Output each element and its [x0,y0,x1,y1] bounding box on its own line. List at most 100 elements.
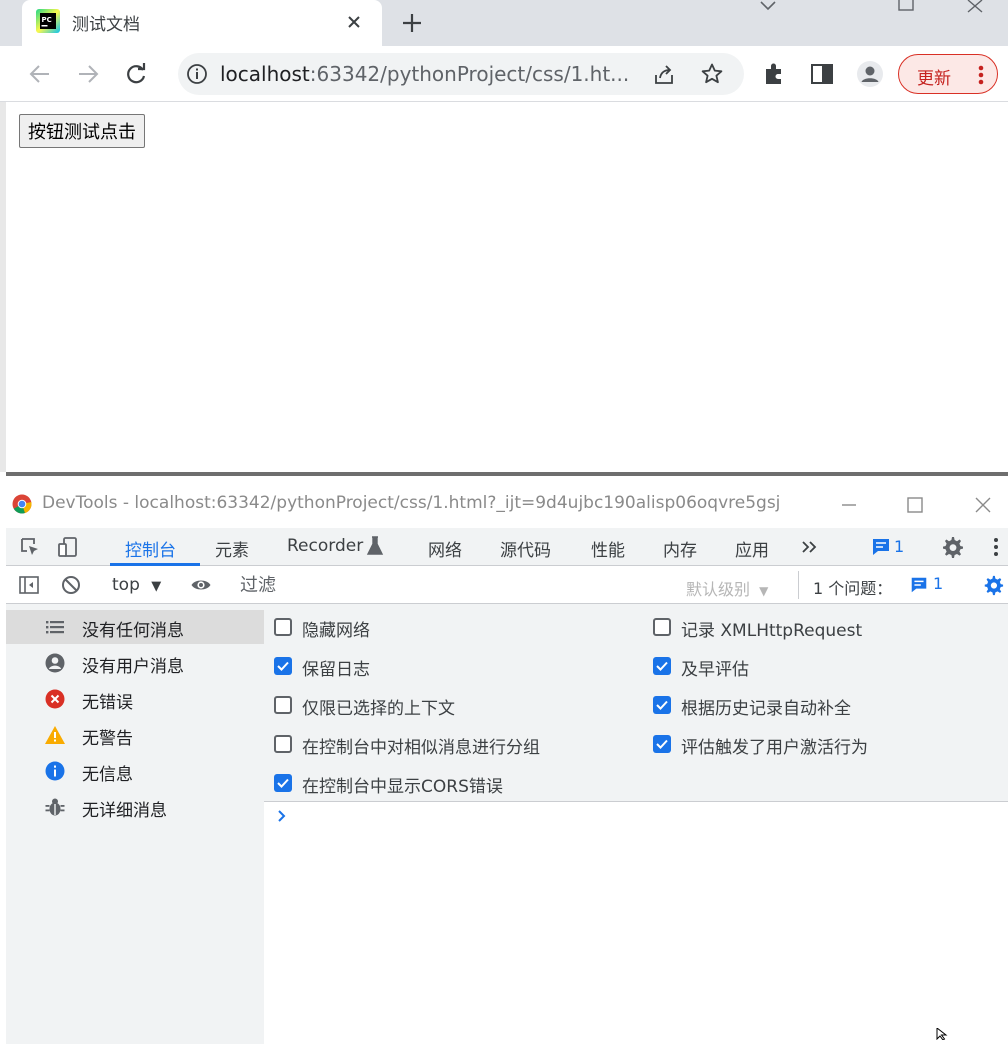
chat-bubble-icon [909,575,929,595]
show-sidebar-icon[interactable] [18,574,40,596]
context-select-value: top [112,575,140,595]
tab-recorder[interactable]: Recorder [287,536,363,556]
option-label: 及早评估 [681,660,749,680]
checkbox[interactable] [274,618,292,636]
sidebar-item-label: 没有任何消息 [82,621,184,641]
log-level-select[interactable]: 默认级别 ▼ [686,576,768,600]
sidebar-item-user-messages[interactable]: 没有用户消息 [6,646,264,680]
address-bar[interactable]: localhost:63342/pythonProject/css/1.ht..… [178,53,744,95]
chrome-logo-icon [12,494,32,514]
test-click-button[interactable]: 按钮测试点击 [19,114,145,148]
extensions-puzzle-icon[interactable] [760,60,788,88]
svg-text:PC: PC [42,16,52,24]
url-text: localhost:63342/pythonProject/css/1.ht..… [220,62,629,86]
more-vert-devtools-icon[interactable] [984,535,1008,559]
chevron-double-right-icon[interactable] [798,535,822,559]
update-button[interactable]: 更新 [898,54,998,94]
share-icon[interactable] [652,63,676,87]
checkbox-checked[interactable] [653,696,671,714]
inspect-element-icon[interactable] [18,535,42,559]
live-expression-eye-icon[interactable] [190,574,212,596]
close-window-icon[interactable] [962,0,988,16]
side-panel-icon[interactable] [808,60,836,88]
minimize-devtools-icon[interactable] [838,494,860,516]
sidebar-item-label: 无信息 [82,765,133,785]
console-settings-gear-icon[interactable] [982,574,1004,596]
experimental-flask-icon [363,534,387,558]
sidebar-item-warnings[interactable]: 无警告 [6,718,264,752]
update-label: 更新 [917,69,951,89]
option-label: 记录 XMLHttpRequest [681,621,863,641]
sidebar-item-label: 无错误 [82,693,133,713]
issues-count-label: 1 个问题： [813,579,893,598]
forward-arrow-icon[interactable] [74,60,102,88]
log-level-value: 默认级别 [686,580,751,599]
maximize-window-icon[interactable] [893,0,919,16]
tab-elements[interactable]: 元素 [215,536,249,561]
tab-network[interactable]: 网络 [428,536,462,561]
close-devtools-icon[interactable] [972,494,994,516]
mouse-cursor-icon [936,1028,948,1040]
context-select[interactable]: top ▼ [112,575,161,595]
option-label: 评估触发了用户激活行为 [681,738,868,758]
tab-search-icon[interactable] [755,0,781,16]
tab-recorder-label: Recorder [287,536,364,556]
profile-avatar-icon[interactable] [856,60,884,88]
checkbox[interactable] [274,696,292,714]
option-label: 根据历史记录自动补全 [681,699,851,719]
maximize-devtools-icon[interactable] [904,494,926,516]
checkbox-checked[interactable] [653,735,671,753]
site-info-icon[interactable] [186,63,208,85]
issues-count-value: 1 [933,574,944,593]
tab-application[interactable]: 应用 [735,536,769,561]
check-icon [656,661,668,671]
issues-count-button[interactable]: 1 个问题： 1 [798,571,958,599]
console-prompt-chevron-icon [274,808,290,824]
bookmark-star-icon[interactable] [700,62,724,86]
console-sidebar: 没有任何消息 没有用户消息 无错误 无警告 无信息 无详细消息 [6,604,264,1044]
reload-icon[interactable] [122,60,150,88]
checkbox-checked[interactable] [274,774,292,792]
checkbox[interactable] [274,735,292,753]
checkbox[interactable] [653,618,671,636]
check-icon [656,739,668,749]
error-icon [44,688,66,710]
clear-console-icon[interactable] [60,574,82,596]
list-icon [44,616,66,638]
sidebar-item-label: 无详细消息 [82,801,167,821]
back-arrow-icon[interactable] [26,60,54,88]
console-filter-bar: top ▼ 默认级别 ▼ 1 个问题： 1 [6,566,1008,604]
tab-sources[interactable]: 源代码 [500,536,551,561]
checkbox-checked[interactable] [274,657,292,675]
more-vert-icon [971,63,991,87]
issues-badge-count: 1 [894,537,905,556]
url-host: localhost [220,62,310,86]
browser-tab[interactable]: PC 测试文档 [22,0,382,46]
console-settings-panel: 隐藏网络 保留日志 仅限已选择的上下文 在控制台中对相似消息进行分组 在控制台中… [264,604,1008,802]
tab-performance[interactable]: 性能 [591,536,625,561]
option-label: 在控制台中显示CORS错误 [302,777,503,797]
sidebar-item-errors[interactable]: 无错误 [6,682,264,716]
warning-icon [44,724,66,746]
check-icon [277,778,289,788]
new-tab-icon[interactable] [398,9,426,37]
option-label: 仅限已选择的上下文 [302,699,455,719]
option-label: 隐藏网络 [302,621,370,641]
sidebar-item-verbose[interactable]: 无详细消息 [6,790,264,824]
tab-memory[interactable]: 内存 [663,536,697,561]
sidebar-item-all-messages[interactable]: 没有任何消息 [6,610,264,644]
close-tab-icon[interactable] [342,10,366,34]
tab-strip: PC 测试文档 [0,0,1008,46]
device-toolbar-icon[interactable] [56,535,80,559]
tab-console[interactable]: 控制台 [125,536,176,561]
checkbox-checked[interactable] [653,657,671,675]
tab-title: 测试文档 [72,15,140,35]
settings-gear-icon[interactable] [940,535,964,559]
page-content: 按钮测试点击 [6,102,1008,472]
filter-input[interactable] [240,572,680,598]
sidebar-item-info[interactable]: 无信息 [6,754,264,788]
devtools-window-title: DevTools - localhost:63342/pythonProject… [42,493,781,513]
console-output[interactable] [264,802,1008,1044]
chat-bubble-icon [873,539,889,555]
info-icon [44,760,66,782]
